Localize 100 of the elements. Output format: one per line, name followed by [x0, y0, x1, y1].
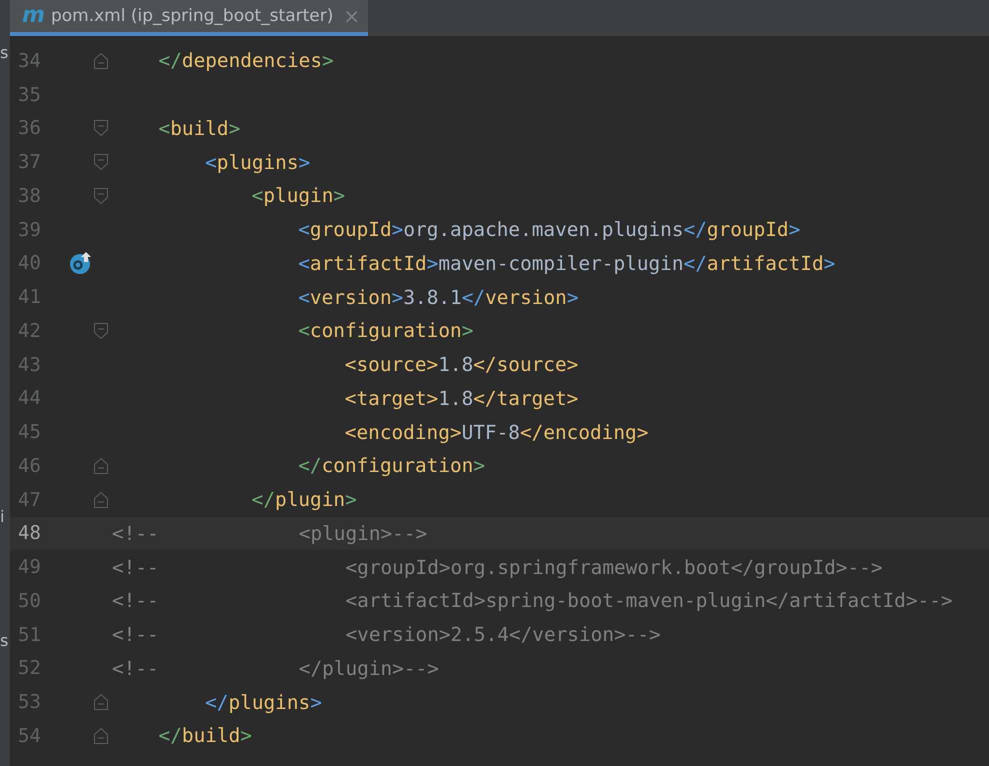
line-number: 44 [17, 387, 42, 410]
tag-name: plugin [275, 488, 346, 512]
tag-bracket: > [473, 454, 486, 478]
tag-bracket: > [566, 286, 578, 309]
line-number: 54 [17, 724, 42, 747]
tag-name: build [170, 116, 229, 140]
line-number: 37 [17, 151, 42, 174]
tag-bracket: </ [520, 420, 544, 444]
fold-marker-icon[interactable] [93, 726, 109, 745]
tag-bracket: </ [684, 218, 707, 242]
code-comment: <!-- </plugin>--> [112, 656, 439, 680]
tag-name: plugins [228, 690, 310, 714]
file-tab[interactable]: m pom.xml (ip_spring_boot_starter) × [10, 0, 368, 36]
tag-bracket: > [298, 150, 310, 174]
line-number: 43 [17, 354, 42, 376]
tag-bracket: </ [473, 353, 497, 376]
line-number: 35 [17, 84, 42, 106]
fold-marker-icon[interactable] [93, 322, 109, 340]
line-number: 50 [17, 590, 42, 612]
maven-file-icon: m [22, 5, 45, 27]
override-marker-icon[interactable] [68, 250, 94, 276]
tag-bracket: < [252, 184, 264, 208]
line-number: 46 [17, 454, 42, 477]
tag-bracket: </ [158, 49, 182, 72]
tag-bracket: < [344, 353, 356, 376]
fold-marker-icon[interactable] [93, 186, 109, 205]
fold-marker-icon[interactable] [93, 693, 109, 712]
tag-bracket: > [426, 252, 438, 275]
tag-bracket: < [298, 319, 310, 342]
fold-marker-icon[interactable] [93, 119, 109, 138]
tag-name: build [182, 724, 240, 748]
tag-name: source [356, 353, 427, 376]
tag-value: 1.8 [438, 386, 474, 410]
tag-name: configuration [310, 319, 462, 342]
line-number: 48 [17, 522, 42, 544]
line-number: 39 [17, 218, 42, 241]
tag-name: configuration [322, 454, 474, 478]
tag-bracket: > [240, 724, 252, 748]
panel-text-fragment: i [0, 508, 6, 526]
fold-marker-icon[interactable] [93, 490, 109, 509]
tag-bracket: > [426, 386, 438, 410]
tag-bracket: > [392, 286, 404, 309]
line-number: 53 [17, 691, 42, 714]
tag-bracket: > [566, 386, 578, 410]
code-comment: <!-- <groupId>org.springframework.boot</groupId>--> [112, 556, 882, 579]
tag-bracket: </ [158, 724, 182, 748]
line-number: 41 [17, 286, 42, 308]
tag-name: artifactId [310, 252, 427, 275]
tag-name: groupId [310, 218, 392, 242]
tag-bracket: </ [462, 286, 486, 309]
tag-bracket: > [310, 690, 322, 714]
tag-name: dependencies [182, 49, 322, 72]
code-comment: <!-- <artifactId>spring-boot-maven-plugin</artifactId>--> [112, 589, 953, 612]
tag-bracket: > [345, 488, 357, 512]
tag-bracket: < [298, 252, 310, 275]
tag-bracket: > [450, 420, 462, 444]
tag-bracket: > [788, 218, 800, 242]
tag-bracket: < [205, 150, 217, 174]
line-number: 49 [17, 556, 42, 578]
fold-marker-icon[interactable] [93, 52, 109, 70]
line-number: 51 [17, 624, 42, 646]
tag-bracket: > [426, 353, 438, 376]
tab-title: pom.xml (ip_spring_boot_starter) [50, 6, 334, 26]
code-comment: <!-- <plugin>--> [112, 522, 428, 545]
tag-name: version [485, 286, 567, 309]
tag-name: plugins [216, 150, 299, 174]
tag-value: org.apache.maven.plugins [403, 218, 684, 242]
fold-marker-icon[interactable] [93, 153, 109, 172]
tag-name: source [496, 353, 567, 376]
tag-name: artifactId [706, 252, 824, 275]
tag-bracket: > [636, 420, 648, 444]
line-number: 42 [17, 320, 42, 342]
code-comment: <!-- <version>2.5.4</version>--> [112, 623, 661, 646]
tag-value: UTF-8 [462, 420, 520, 444]
line-number: 52 [17, 657, 42, 680]
line-number: 36 [17, 117, 42, 140]
tag-bracket: > [824, 252, 836, 275]
tag-bracket: > [462, 319, 474, 342]
tag-bracket: </ [473, 386, 497, 410]
tag-value: 3.8.1 [403, 286, 462, 309]
line-number: 34 [17, 50, 42, 72]
tag-name: target [356, 386, 427, 410]
tag-bracket: </ [298, 454, 322, 478]
panel-text-fragment: s [0, 632, 10, 650]
tag-name: version [310, 286, 392, 309]
tag-bracket: > [392, 218, 404, 242]
tag-bracket: > [333, 184, 346, 208]
line-number: 45 [17, 421, 42, 444]
tag-bracket: < [298, 286, 310, 309]
tag-bracket: </ [684, 252, 707, 275]
tag-name: encoding [356, 420, 450, 444]
line-number: 40 [17, 252, 42, 274]
tag-bracket: > [228, 116, 240, 140]
panel-text-fragment: s [0, 44, 10, 62]
tag-name: target [496, 386, 567, 410]
fold-marker-icon[interactable] [93, 456, 109, 475]
tag-value: 1.8 [438, 353, 474, 376]
tag-bracket: < [298, 218, 310, 242]
tag-name: encoding [543, 420, 637, 444]
tag-name: plugin [263, 184, 334, 208]
